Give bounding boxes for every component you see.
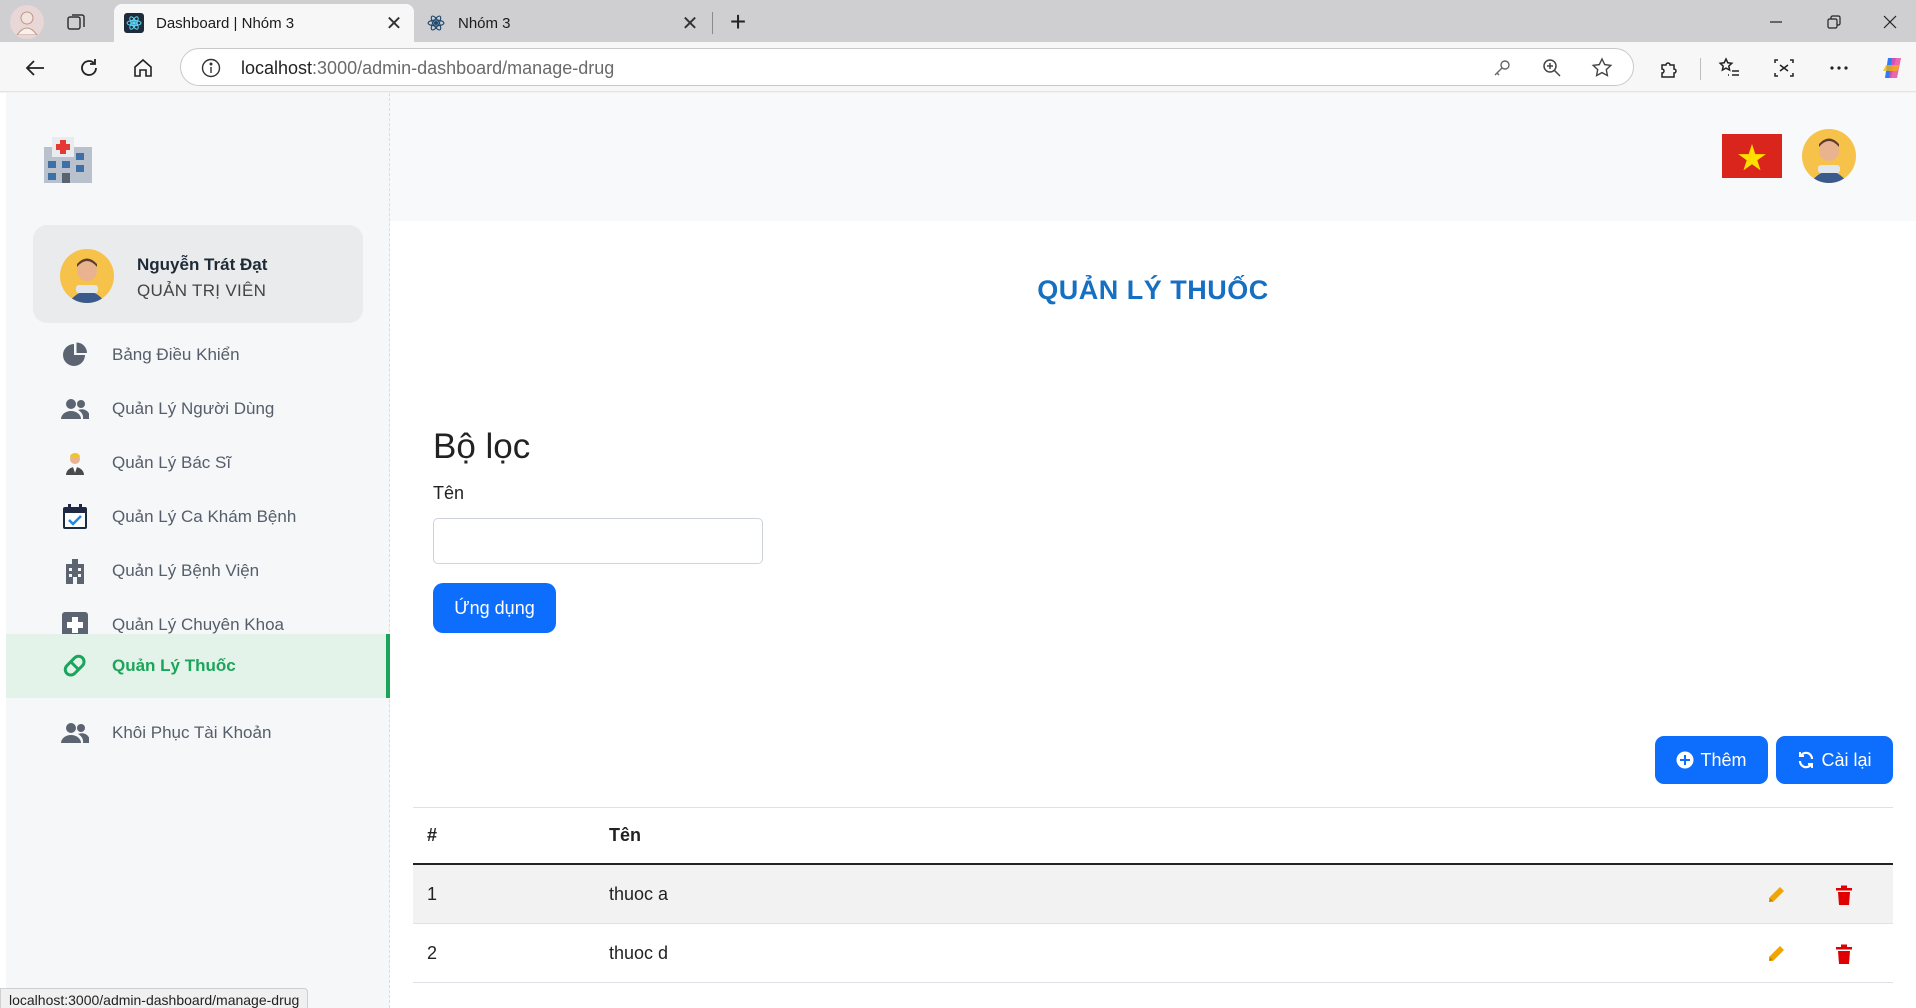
tab-divider [712,12,713,34]
name-filter-label: Tên [433,483,465,503]
site-info-icon[interactable] [201,58,221,78]
restore-icon[interactable] [1812,6,1856,38]
page-viewport: Nguyễn Trát Đạt QUẢN TRỊ VIÊN Bảng Điều … [0,93,1916,1008]
zoom-icon[interactable] [1541,57,1563,79]
calendar-check-icon [60,502,90,532]
hospital-building-icon [60,556,90,586]
url-text: localhost:3000/admin-dashboard/manage-dr… [241,58,614,79]
add-drug-button[interactable]: Thêm [1655,736,1768,784]
doctor-icon [60,448,90,478]
new-tab-icon[interactable]: + [722,6,754,38]
avatar [60,249,114,303]
reset-button[interactable]: Cài lại [1776,736,1893,784]
minimize-icon[interactable] [1754,6,1798,38]
reload-icon[interactable] [72,51,106,85]
delete-trash-icon[interactable] [1832,883,1856,907]
table-row: 2 thuoc d [413,924,1893,983]
users-icon [60,394,90,424]
favorite-star-icon[interactable] [1591,57,1613,79]
sidebar-item-label: Quản Lý Người Dùng [112,399,275,418]
sidebar-item-label: Bảng Điều Khiển [112,345,240,364]
react-favicon-icon [124,13,144,33]
close-window-icon[interactable] [1868,6,1912,38]
tab-nhom-3[interactable]: Nhóm 3 ✕ [416,4,710,42]
sidebar-item-label: Quản Lý Bác Sĩ [112,453,232,472]
reset-button-label: Cài lại [1821,749,1872,770]
more-menu-icon[interactable] [1822,51,1856,85]
pie-chart-icon [60,340,90,370]
browser-toolbar: localhost:3000/admin-dashboard/manage-dr… [0,42,1916,92]
edit-pencil-icon[interactable] [1764,883,1788,907]
sidebar-item-label: Khôi Phục Tài Khoản [112,723,272,742]
collections-icon[interactable] [62,8,90,36]
password-key-icon[interactable] [1491,57,1513,79]
row-drug-name: thuoc d [609,942,669,963]
browser-profile-icon[interactable] [10,5,44,39]
main-header [390,93,1916,221]
home-icon[interactable] [126,51,160,85]
page-title: QUẢN LÝ THUỐC [1037,275,1269,305]
sidebar-item-drugs[interactable]: Quản Lý Thuốc [6,634,390,698]
react-favicon-icon [426,13,446,33]
user-role: QUẢN TRỊ VIÊN [137,281,267,300]
row-drug-name: thuoc a [609,883,669,904]
delete-trash-icon[interactable] [1832,942,1856,966]
user-profile-card[interactable]: Nguyễn Trát Đạt QUẢN TRỊ VIÊN [33,225,363,323]
user-name: Nguyễn Trát Đạt [137,255,268,274]
sidebar-item-label: Quản Lý Chuyên Khoa [112,615,285,634]
apply-filter-button[interactable]: Ứng dụng [433,583,556,633]
users-restore-icon [60,718,90,748]
column-header-name: Tên [609,825,642,845]
row-number: 2 [427,942,438,963]
close-tab-icon[interactable]: ✕ [676,9,704,37]
address-bar[interactable]: localhost:3000/admin-dashboard/manage-dr… [180,48,1634,86]
url-host: localhost [241,58,313,78]
tab-title: Dashboard | Nhóm 3 [156,14,295,32]
browser-tab-bar: Dashboard | Nhóm 3 ✕ Nhóm 3 ✕ + [0,0,1916,42]
header-avatar[interactable] [1802,129,1856,183]
refresh-icon [1799,751,1814,769]
copilot-icon[interactable] [1876,51,1910,85]
edit-pencil-icon[interactable] [1764,942,1788,966]
plus-circle-icon [1676,751,1694,769]
sidebar-item-label: Quản Lý Thuốc [112,656,236,675]
tab-dashboard[interactable]: Dashboard | Nhóm 3 ✕ [114,4,414,42]
back-arrow-icon[interactable] [18,51,52,85]
url-path: :3000/admin-dashboard/manage-drug [312,58,615,78]
table-header: # Tên [413,807,1893,865]
drug-table: # Tên 1 thuoc a 2 thuoc d [413,807,1893,983]
column-header-number: # [427,825,438,845]
favorites-list-icon[interactable] [1712,51,1746,85]
sidebar-item-label: Quản Lý Ca Khám Bệnh [112,507,297,526]
name-filter-input[interactable] [433,518,763,564]
hospital-logo-icon[interactable] [40,133,96,185]
table-row: 1 thuoc a [413,865,1893,924]
close-tab-icon[interactable]: ✕ [380,9,408,37]
vietnam-flag-icon[interactable] [1722,134,1782,178]
filter-heading: Bộ lọc [433,427,531,466]
pills-icon [60,651,90,681]
sidebar-item-restore-accounts[interactable]: Khôi Phục Tài Khoản [6,701,390,765]
screenshot-icon[interactable] [1767,51,1801,85]
sidebar-item-label: Quản Lý Bệnh Viện [112,561,260,580]
extensions-puzzle-icon[interactable] [1652,51,1686,85]
toolbar-divider [1700,58,1701,80]
status-bar-url: localhost:3000/admin-dashboard/manage-dr… [0,988,309,1008]
add-button-label: Thêm [1700,749,1747,770]
row-number: 1 [427,883,438,904]
sidebar: Nguyễn Trát Đạt QUẢN TRỊ VIÊN Bảng Điều … [6,93,390,1008]
tab-title: Nhóm 3 [458,14,511,32]
